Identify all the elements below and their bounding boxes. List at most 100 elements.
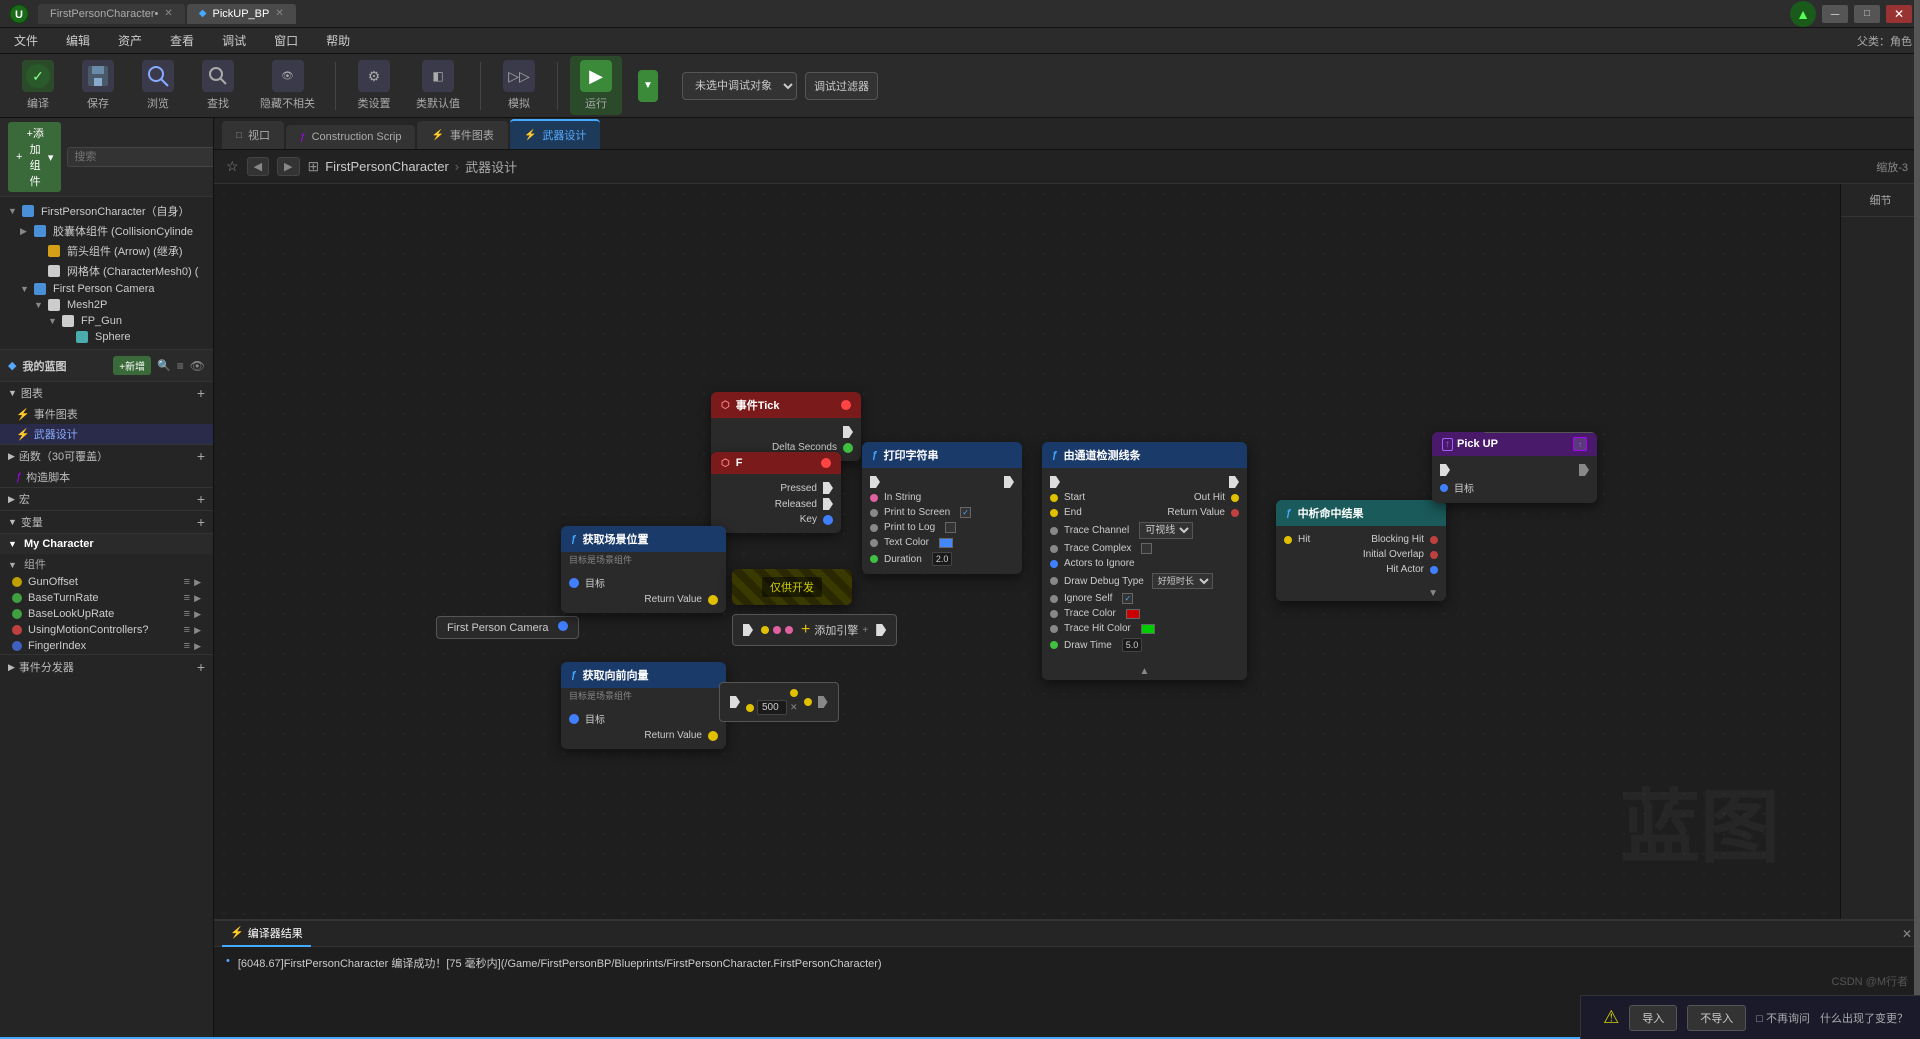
tree-item-mesh2p[interactable]: ▼ Mesh2P — [0, 297, 213, 313]
expand-node-button[interactable]: ▲ — [1042, 660, 1247, 680]
new-blueprint-button[interactable]: +新增 — [113, 356, 151, 375]
pin-hit-in: Hit — [1276, 532, 1318, 547]
var-usingmotioncontrollers[interactable]: UsingMotionControllers? ≡ ▶ — [0, 622, 213, 638]
var-gunoffset[interactable]: GunOffset ≡ ▶ — [0, 574, 213, 590]
debug-target-dropdown[interactable]: 未选中调试对象 — [682, 72, 797, 100]
tree-item-collision[interactable]: ▶ 胶囊体组件 (CollisionCylinde — [0, 221, 213, 241]
tab-firstpersoncharacter[interactable]: FirstPersonCharacter• ✕ — [38, 4, 185, 24]
menu-assets[interactable]: 资产 — [112, 30, 148, 51]
functions-section-header[interactable]: ▶ 函数（30可覆盖） + — [0, 445, 213, 467]
debug-filter-button[interactable]: 调试过滤器 — [805, 72, 878, 100]
tab-pickup-bp[interactable]: ◆ PickUP_BP ✕ — [187, 4, 296, 24]
hide-unrelated-button[interactable]: 👁 隐藏不相关 — [252, 56, 323, 115]
node-event-tick[interactable]: ⬡ 事件Tick Delta Seconds — [711, 392, 861, 461]
tab-close-icon[interactable]: ✕ — [275, 8, 283, 19]
simulate-button[interactable]: ▷▷ 模拟 — [493, 56, 545, 115]
add-event-dispatcher-button[interactable]: + — [197, 659, 205, 675]
debug-type-dropdown[interactable]: 好短时长 — [1152, 573, 1213, 589]
class-defaults-button[interactable]: ◧ 类默认值 — [408, 56, 468, 115]
var-baselookuprate[interactable]: BaseLookUpRate ≡ ▶ — [0, 606, 213, 622]
macros-section-header[interactable]: ▶ 宏 + — [0, 488, 213, 510]
minimize-button[interactable]: ─ — [1822, 5, 1848, 23]
node-dev-only[interactable]: 仅供开发 — [732, 569, 852, 605]
add-variable-button[interactable]: + — [197, 514, 205, 530]
compile-button[interactable]: ✓ 编译 — [12, 56, 64, 115]
close-button[interactable]: ✕ — [1886, 5, 1912, 23]
add-impulse-area[interactable]: + 添加引擎 + — [732, 614, 897, 646]
menu-window[interactable]: 窗口 — [268, 30, 304, 51]
class-settings-button[interactable]: ⚙ 类设置 — [348, 56, 400, 115]
breadcrumb-navigation: ☆ ◀ ▶ ⊞ FirstPersonCharacter › 武器设计 — [226, 157, 517, 176]
expand-icon: ▶ — [8, 662, 15, 673]
node-get-position[interactable]: ƒ 获取场景位置 目标是场景组件 目标 Return Value — [561, 526, 726, 613]
resize-handle[interactable] — [1914, 184, 1920, 919]
value-input[interactable]: 500 — [757, 700, 787, 715]
add-graph-button[interactable]: + — [197, 385, 205, 401]
tree-item-fpgun[interactable]: ▼ FP_Gun — [0, 313, 213, 329]
menu-edit[interactable]: 编辑 — [60, 30, 96, 51]
expand-node-button[interactable]: ▼ — [1276, 583, 1446, 601]
node-indicator: ↑ — [1573, 437, 1587, 451]
pickup-icon: ↑ — [1442, 438, 1453, 451]
bp-item-construct[interactable]: ƒ 构造脚本 — [0, 467, 213, 487]
save-button[interactable]: 保存 — [72, 56, 124, 115]
multiply-node[interactable]: 500 ✕ — [719, 682, 839, 722]
node-break-hit[interactable]: ƒ 中析命中结果 Hit Blocking Hit — [1276, 500, 1446, 601]
add-function-button[interactable]: + — [197, 448, 205, 464]
tree-item-firstpersoncamera[interactable]: ▼ First Person Camera — [0, 281, 213, 297]
graphs-section-header[interactable]: ▼ 图表 + — [0, 382, 213, 404]
component-search-input[interactable] — [67, 147, 214, 167]
menu-file[interactable]: 文件 — [8, 30, 44, 51]
macros-section: ▶ 宏 + — [0, 487, 213, 510]
menu-debug[interactable]: 调试 — [216, 30, 252, 51]
node-f-key[interactable]: ⬡ F Pressed Released — [711, 452, 841, 533]
class-name[interactable]: FirstPersonCharacter — [325, 159, 449, 174]
var-baseturnrate[interactable]: BaseTurnRate ≡ ▶ — [0, 590, 213, 606]
pin-label: Draw Time — [1064, 640, 1112, 651]
tree-item-self[interactable]: ▼ FirstPersonCharacter（自身） — [0, 201, 213, 221]
pin-label: In String — [884, 492, 921, 503]
node-body: Pressed Released Key — [711, 474, 841, 533]
blueprint-canvas[interactable]: ⬡ 事件Tick Delta Seconds — [214, 184, 1840, 919]
menu-help[interactable]: 帮助 — [320, 30, 356, 51]
event-graph-icon: ⚡ — [16, 408, 30, 421]
no-ask-checkbox[interactable]: □ 不再询问 — [1756, 1010, 1810, 1026]
var-eye-icon: ≡ — [184, 624, 190, 636]
first-person-camera-label-box[interactable]: First Person Camera — [436, 616, 579, 639]
tree-item-arrow[interactable]: 箭头组件 (Arrow) (继承) — [0, 241, 213, 261]
bp-item-events[interactable]: ⚡ 事件图表 — [0, 404, 213, 424]
forward-button[interactable]: ▶ — [277, 157, 299, 176]
var-fingerindex[interactable]: FingerIndex ≡ ▶ — [0, 638, 213, 654]
node-get-direction[interactable]: ƒ 获取向前向量 目标是场景组件 目标 Return Value — [561, 662, 726, 749]
tab-viewport[interactable]: □ 视口 — [222, 121, 284, 149]
tree-item-mesh0[interactable]: 网格体 (CharacterMesh0) ( — [0, 261, 213, 281]
tab-close-icon[interactable]: ✕ — [164, 8, 172, 19]
no-import-button[interactable]: 不导入 — [1687, 1005, 1746, 1031]
tree-item-sphere[interactable]: Sphere — [0, 329, 213, 345]
find-button[interactable]: 查找 — [192, 56, 244, 115]
node-print-string[interactable]: ƒ 打印字符串 In String — [862, 442, 1022, 574]
star-button[interactable]: ☆ — [226, 158, 239, 175]
tab-compiler-results[interactable]: ⚡ 编译器结果 — [222, 921, 311, 947]
add-component-button[interactable]: + +添加组件 ▾ — [8, 122, 61, 192]
node-line-trace[interactable]: ƒ 由通道检测线条 Start — [1042, 442, 1247, 680]
back-button[interactable]: ◀ — [247, 157, 269, 176]
pin-label: Trace Channel — [1064, 525, 1129, 536]
tab-weapons[interactable]: ⚡ 武器设计 — [510, 119, 600, 149]
variables-section-header[interactable]: ▼ 变量 + — [0, 511, 213, 533]
tab-construction[interactable]: ƒ Construction Scrip — [286, 125, 415, 149]
trace-channel-dropdown[interactable]: 可视线 — [1139, 522, 1193, 539]
add-macro-button[interactable]: + — [197, 491, 205, 507]
play-dropdown-button[interactable]: ▼ — [630, 66, 666, 106]
import-button[interactable]: 导入 — [1629, 1005, 1677, 1031]
var-arrow-icon: ▶ — [194, 593, 201, 604]
tab-events[interactable]: ⚡ 事件图表 — [417, 121, 507, 149]
node-pickup[interactable]: 目标是Pick UP Interation ↑ Pick UP ↑ — [1432, 432, 1597, 503]
variables-title: 变量 — [21, 514, 43, 530]
maximize-button[interactable]: □ — [1854, 5, 1880, 23]
play-button[interactable]: ▶ 运行 — [570, 56, 622, 115]
bp-item-weapons[interactable]: ⚡ 武器设计 — [0, 424, 213, 444]
browse-button[interactable]: 浏览 — [132, 56, 184, 115]
menu-view[interactable]: 查看 — [164, 30, 200, 51]
close-panel-button[interactable]: ✕ — [1902, 927, 1912, 941]
